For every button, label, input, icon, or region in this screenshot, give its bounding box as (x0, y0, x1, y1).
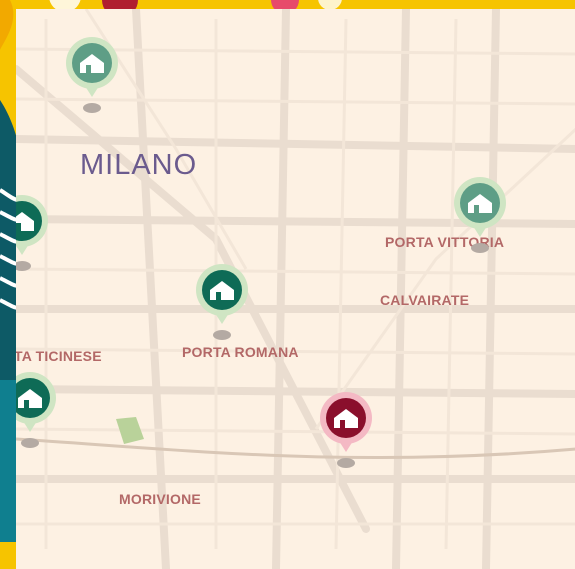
map-marker-4[interactable] (194, 264, 250, 344)
house-icon (66, 37, 118, 113)
map-marker-5[interactable] (16, 372, 58, 452)
house-icon (454, 177, 506, 253)
district-label-porta-ticinese: TA TICINESE (16, 348, 102, 364)
district-label-porta-romana: PORTA ROMANA (182, 344, 299, 360)
map-view[interactable]: MILANO PORTA VITTORIA CALVAIRATE TA TICI… (16, 9, 575, 569)
house-icon (320, 392, 372, 468)
map-marker-1[interactable] (64, 37, 120, 117)
map-marker-3[interactable] (16, 195, 50, 275)
map-marker-6[interactable] (318, 392, 374, 472)
district-label-morivione: MORIVIONE (119, 491, 201, 507)
map-marker-2[interactable] (452, 177, 508, 257)
city-label-milano: MILANO (80, 149, 198, 181)
house-icon (16, 372, 56, 448)
house-icon (196, 264, 248, 340)
district-label-calvairate: CALVAIRATE (380, 292, 470, 308)
house-icon (16, 195, 48, 271)
